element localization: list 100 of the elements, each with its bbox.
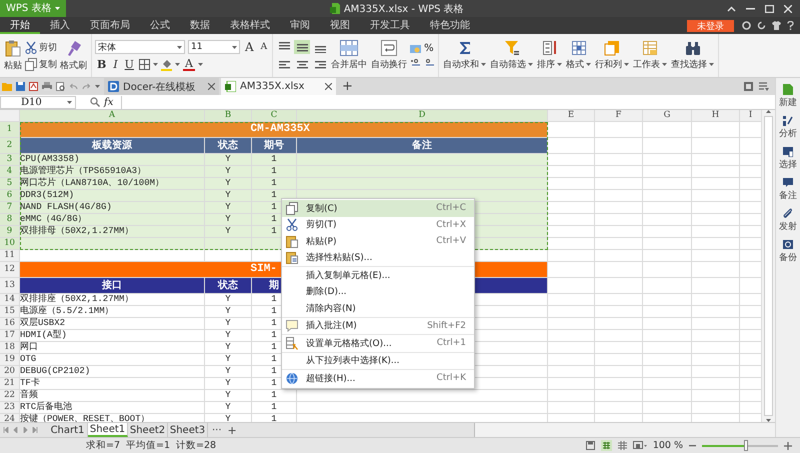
sidebar-button[interactable]: 新建	[779, 84, 797, 109]
increase-decimal-icon[interactable]	[410, 58, 422, 68]
tool-button[interactable]: 排序	[536, 40, 564, 71]
column-header[interactable]: D	[297, 110, 548, 122]
name-box[interactable]: D10	[0, 96, 76, 108]
normal-view-icon[interactable]	[600, 440, 612, 451]
row-header[interactable]: 22	[0, 390, 20, 402]
sidebar-button[interactable]: 备注	[779, 177, 797, 202]
font-color-button[interactable]: A	[182, 58, 195, 71]
decrease-decimal-icon[interactable]	[424, 58, 436, 68]
copy-button[interactable]: 复制	[25, 58, 57, 70]
row-header[interactable]: 15	[0, 306, 20, 318]
save-icon[interactable]	[16, 82, 25, 91]
vertical-scrollbar[interactable]	[761, 110, 775, 422]
menu-item[interactable]: 插入批注(M) Shift+F2	[282, 318, 474, 334]
row-header[interactable]: 6	[0, 190, 20, 202]
fill-color-icon[interactable]	[160, 58, 172, 70]
collapse-icon[interactable]	[727, 6, 736, 12]
sidebar-button[interactable]: 分析	[779, 115, 797, 140]
zoom-icon[interactable]	[90, 97, 100, 107]
column-header[interactable]: B	[205, 110, 252, 122]
row-header[interactable]: 11	[0, 250, 20, 262]
row-header[interactable]: 24	[0, 414, 20, 422]
wrap-text-button[interactable]: 自动换行	[370, 40, 408, 71]
page-view-icon[interactable]	[618, 441, 627, 450]
menu-item[interactable]: 从下拉列表中选择(K)...	[282, 352, 474, 369]
row-header[interactable]: 4	[0, 166, 20, 178]
row-header[interactable]: 18	[0, 342, 20, 354]
row-header[interactable]: 10	[0, 238, 20, 250]
column-header[interactable]: G	[643, 110, 692, 122]
italic-button[interactable]: I	[111, 58, 120, 71]
add-sheet-button[interactable]: +	[226, 423, 239, 437]
column-header[interactable]: I	[740, 110, 762, 122]
grow-font-button[interactable]: A	[243, 40, 256, 54]
align-button[interactable]	[294, 40, 310, 54]
font-size-field[interactable]: 11	[188, 40, 240, 54]
pdf-icon[interactable]	[29, 82, 38, 91]
tool-button[interactable]: 自动筛选	[489, 40, 534, 71]
row-header[interactable]: 20	[0, 366, 20, 378]
list-icon[interactable]	[759, 82, 769, 91]
sidebar-button[interactable]: 备份	[779, 239, 797, 264]
row-header[interactable]: 1	[0, 122, 20, 138]
menu-tab[interactable]: 页面布局	[80, 17, 140, 34]
minimize-icon[interactable]	[746, 8, 755, 10]
refresh-icon[interactable]	[757, 21, 766, 30]
tool-button[interactable]: 工作表	[632, 40, 668, 71]
horizontal-scrollbar[interactable]	[474, 423, 775, 437]
print-icon[interactable]	[42, 82, 52, 91]
menu-tab[interactable]: 开发工具	[360, 17, 420, 34]
row-header[interactable]: 8	[0, 214, 20, 226]
column-header[interactable]: A	[20, 110, 205, 122]
row-header[interactable]: 16	[0, 318, 20, 330]
row-header[interactable]: 3	[0, 154, 20, 166]
window-icon[interactable]	[744, 82, 753, 91]
paste-button[interactable]: 粘贴	[3, 40, 23, 72]
row-header[interactable]: 9	[0, 226, 20, 238]
reading-view-icon[interactable]	[632, 441, 647, 450]
row-header[interactable]: 7	[0, 202, 20, 214]
help-icon[interactable]	[787, 21, 794, 30]
column-header[interactable]: E	[548, 110, 595, 122]
menu-tab[interactable]: 数据	[180, 17, 220, 34]
menu-tab[interactable]: 公式	[140, 17, 180, 34]
tool-button[interactable]: 行和列	[594, 40, 630, 71]
sidebar-button[interactable]: 发射	[779, 208, 797, 233]
row-header[interactable]: 21	[0, 378, 20, 390]
maximize-icon[interactable]	[765, 4, 774, 12]
sheet-tab[interactable]: Sheet1	[88, 423, 128, 437]
sidebar-button[interactable]: 选择	[779, 146, 797, 171]
row-header[interactable]: 14	[0, 294, 20, 306]
shirt-icon[interactable]	[772, 21, 781, 30]
tool-button[interactable]: 自动求和	[442, 40, 488, 71]
menu-tab[interactable]: 视图	[320, 17, 360, 34]
column-header[interactable]: H	[692, 110, 740, 122]
menu-tab[interactable]: 审阅	[280, 17, 320, 34]
document-tab[interactable]: Docer-在线模板	[104, 78, 219, 95]
close-icon[interactable]	[325, 83, 332, 90]
slider-thumb[interactable]	[744, 440, 748, 451]
new-tab-button[interactable]: +	[338, 78, 357, 95]
menu-item[interactable]: 设置单元格格式(O)... Ctrl+1	[282, 335, 474, 352]
function-label[interactable]: fx	[100, 96, 122, 108]
row-header[interactable]: 2	[0, 138, 20, 154]
more-sheets-button[interactable]: ···	[208, 423, 226, 437]
merge-center-button[interactable]: 合并居中	[330, 40, 368, 71]
preview-icon[interactable]	[56, 82, 65, 91]
row-header[interactable]: 19	[0, 354, 20, 366]
format-painter-button[interactable]: 格式刷	[59, 40, 88, 72]
row-header[interactable]: 13	[0, 278, 20, 294]
tool-button[interactable]: 格式	[565, 40, 592, 71]
percent-button[interactable]: %	[424, 43, 434, 54]
close-icon[interactable]	[208, 83, 215, 90]
row-header[interactable]: 5	[0, 178, 20, 190]
column-header[interactable]: F	[595, 110, 643, 122]
menu-tab[interactable]: 特色功能	[420, 17, 480, 34]
column-header[interactable]: C	[252, 110, 297, 122]
zoom-in-icon[interactable]	[784, 442, 792, 450]
document-tab[interactable]: AM335X.xlsx	[221, 78, 336, 95]
tool-button[interactable]: 查找选择	[670, 40, 716, 71]
row-header[interactable]: 12	[0, 262, 20, 278]
save-icon[interactable]	[586, 441, 595, 450]
cut-button[interactable]: 剪切	[25, 40, 57, 54]
